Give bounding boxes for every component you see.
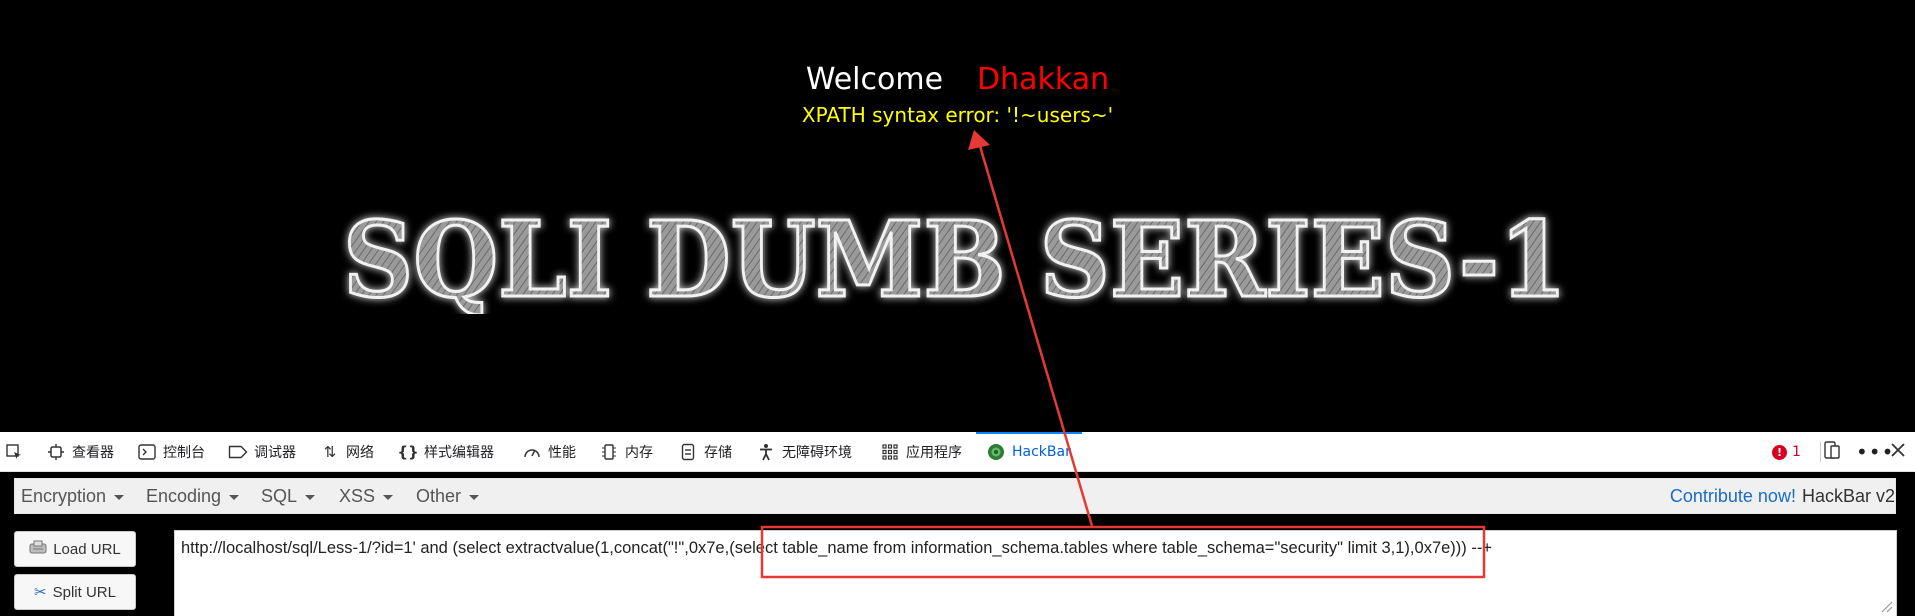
- memory-icon: [599, 443, 619, 461]
- load-icon: [29, 540, 47, 558]
- tab-label: HackBar: [1012, 444, 1071, 460]
- menu-label: Encryption: [21, 485, 107, 506]
- chevron-down-icon: [305, 494, 316, 500]
- performance-icon: [522, 444, 542, 460]
- split-url-button[interactable]: ✂ Split URL: [14, 574, 136, 610]
- application-icon: [880, 444, 900, 460]
- menu-encryption[interactable]: Encryption: [21, 479, 125, 513]
- responsive-mode-icon: [1822, 440, 1842, 464]
- split-url-label: Split URL: [52, 583, 116, 601]
- contribute-link[interactable]: Contribute now!: [1670, 486, 1796, 507]
- error-count: 1: [1792, 444, 1801, 460]
- tab-accessibility[interactable]: 无障碍环境: [756, 432, 852, 472]
- console-icon: [137, 444, 157, 460]
- storage-icon: [678, 443, 698, 461]
- debugger-icon: [228, 445, 248, 459]
- username-text: Dhakkan: [977, 62, 1110, 97]
- dock-toggle-button[interactable]: [1822, 432, 1842, 472]
- hackbar-version: HackBar v2: [1801, 485, 1895, 506]
- more-icon: •••: [1856, 440, 1895, 464]
- tab-inspector[interactable]: 查看器: [46, 432, 114, 472]
- tab-label: 控制台: [163, 445, 205, 461]
- chevron-down-icon: [229, 494, 240, 500]
- tab-label: 应用程序: [906, 445, 962, 461]
- tab-console[interactable]: 控制台: [137, 432, 205, 472]
- vulnerable-page: Welcome Dhakkan XPATH syntax error: '!~us…: [0, 0, 1915, 432]
- contribute-area: Contribute now! HackBar v2: [1670, 479, 1895, 513]
- tab-application[interactable]: 应用程序: [880, 432, 962, 472]
- menu-label: Encoding: [146, 485, 222, 506]
- scissors-icon: ✂: [34, 584, 47, 601]
- tab-label: 网络: [346, 445, 374, 461]
- hackbar-icon: [986, 443, 1006, 461]
- welcome-text: Welcome: [805, 62, 944, 97]
- network-icon: ⇅: [323, 443, 337, 461]
- tab-debugger[interactable]: 调试器: [228, 432, 296, 472]
- tab-style-editor[interactable]: {} 样式编辑器: [397, 432, 494, 472]
- error-icon: !: [1772, 444, 1787, 460]
- url-textarea[interactable]: http://localhost/sql/Less-1/?id=1' and (…: [174, 530, 1897, 616]
- menu-other[interactable]: Other: [416, 479, 480, 513]
- tab-storage[interactable]: 存储: [678, 432, 732, 472]
- tab-performance[interactable]: 性能: [522, 432, 576, 472]
- tab-hackbar[interactable]: HackBar: [976, 432, 1082, 470]
- inspector-icon: [46, 444, 66, 460]
- tab-label: 内存: [625, 445, 653, 461]
- chevron-down-icon: [469, 494, 480, 500]
- menu-label: XSS: [339, 485, 376, 506]
- style-editor-icon: {}: [397, 443, 419, 461]
- sqli-series-banner: SQLI DUMB SERIES-1: [342, 197, 1569, 315]
- welcome-line: Welcome Dhakkan: [0, 62, 1915, 97]
- menu-sql[interactable]: SQL: [261, 479, 316, 513]
- tab-memory[interactable]: 内存: [599, 432, 653, 472]
- hackbar-menu-bar: Encryption Encoding SQL XSS Other Contri…: [14, 478, 1896, 514]
- url-value: http://localhost/sql/Less-1/?id=1' and (…: [181, 539, 1492, 557]
- tab-network[interactable]: ⇅ 网络: [320, 432, 374, 472]
- chevron-down-icon: [114, 494, 125, 500]
- menu-label: Other: [416, 485, 462, 506]
- tab-label: 调试器: [254, 445, 296, 461]
- resize-grip-icon[interactable]: [1879, 599, 1893, 613]
- element-picker-button[interactable]: [4, 432, 30, 472]
- element-picker-icon: [4, 443, 24, 461]
- tab-label: 性能: [548, 445, 576, 461]
- chevron-down-icon: [383, 494, 394, 500]
- close-icon: [1890, 442, 1906, 462]
- close-devtools-button[interactable]: [1890, 432, 1906, 472]
- error-count-badge[interactable]: ! 1: [1772, 432, 1801, 472]
- tab-label: 无障碍环境: [782, 445, 852, 461]
- banner-text: SQLI DUMB SERIES-1: [343, 198, 1567, 314]
- xpath-error-message: XPATH syntax error: '!~users~': [801, 103, 1114, 127]
- load-url-button[interactable]: Load URL: [14, 531, 136, 567]
- accessibility-icon: [756, 443, 776, 461]
- load-url-label: Load URL: [53, 540, 121, 558]
- devtools-toolbar: 查看器 控制台 调试器 ⇅ 网络 {} 样式编辑器 性能 内存 存储 无障碍环境…: [0, 432, 1915, 472]
- menu-xss[interactable]: XSS: [339, 479, 394, 513]
- menu-label: SQL: [261, 485, 298, 506]
- tab-label: 查看器: [72, 445, 114, 461]
- more-options-button[interactable]: •••: [1856, 432, 1894, 472]
- menu-encoding[interactable]: Encoding: [146, 479, 240, 513]
- tab-label: 样式编辑器: [424, 445, 494, 461]
- tab-label: 存储: [704, 445, 732, 461]
